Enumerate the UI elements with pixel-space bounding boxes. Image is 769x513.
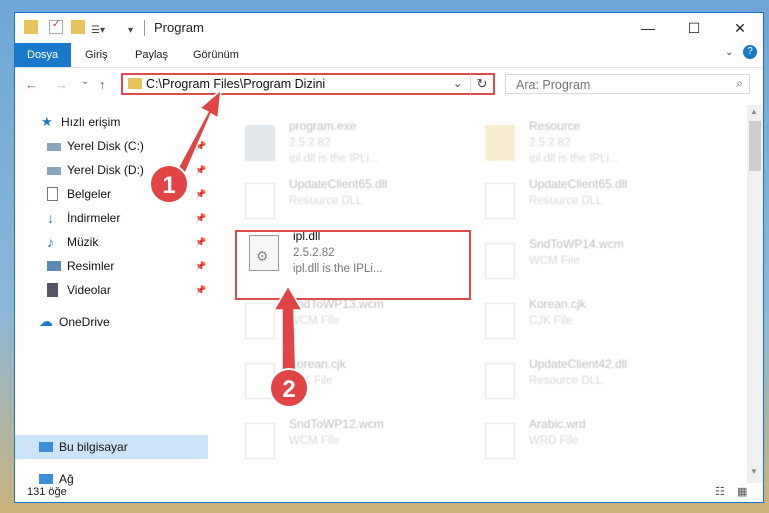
- step-2-badge: 2: [269, 368, 309, 408]
- annotation-arrows: [163, 88, 304, 381]
- arrow-to-ipl-dll: [272, 284, 304, 381]
- step-1-badge: 1: [149, 164, 189, 204]
